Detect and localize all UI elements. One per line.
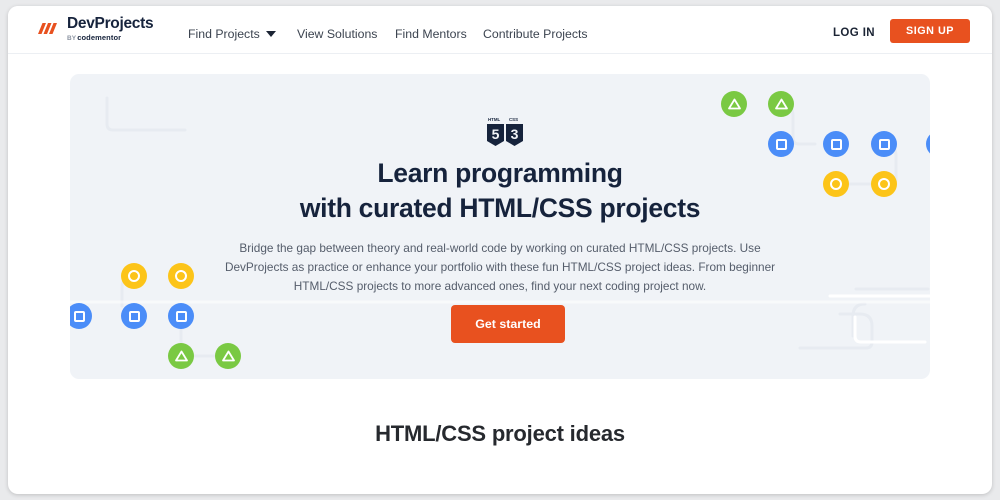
nav-item-find-projects-label: Find Projects (188, 27, 260, 41)
logo-by-label: BY (67, 34, 77, 42)
devprojects-slash-logo-icon (38, 23, 57, 34)
svg-text:HTML: HTML (488, 117, 501, 122)
logo-text: DevProjects BYcodementor (67, 15, 154, 43)
logo-title: DevProjects (67, 15, 154, 32)
square-glyph-icon (73, 310, 85, 322)
logo-subtitle: BYcodementor (67, 32, 153, 43)
hero-title-line-2: with curated HTML/CSS projects (299, 192, 701, 223)
triangle-glyph-icon (774, 98, 788, 110)
login-button[interactable]: LOG IN (833, 27, 875, 39)
nav-item-find-mentors[interactable]: Find Mentors (395, 27, 467, 41)
logo-brand: codementor (77, 32, 122, 42)
svg-text:CSS: CSS (509, 117, 518, 122)
html5-css3-badge-icon: HTML CSS 5 3 (487, 117, 523, 146)
square-glyph-icon (830, 138, 842, 150)
hero-panel: HTML CSS 5 3 Learn programming with cura… (70, 74, 930, 379)
hero-title-line-1: Learn programming (377, 158, 623, 188)
yellow-circle-circle (871, 171, 897, 197)
blue-square-circle (168, 303, 194, 329)
yellow-circle-circle (121, 263, 147, 289)
circle-glyph-icon (830, 178, 842, 190)
yellow-circle-circle (823, 171, 849, 197)
triangle-glyph-icon (221, 350, 235, 362)
svg-text:5: 5 (492, 126, 500, 142)
blue-square-circle (121, 303, 147, 329)
page-card: DevProjects BYcodementor Find Projects V… (8, 6, 992, 494)
triangle-glyph-icon (727, 98, 741, 110)
navbar: DevProjects BYcodementor Find Projects V… (8, 6, 992, 54)
square-glyph-icon (775, 138, 787, 150)
circle-glyph-icon (128, 270, 140, 282)
triangle-glyph-icon (174, 350, 188, 362)
nav-item-contribute-projects[interactable]: Contribute Projects (483, 27, 588, 41)
square-glyph-icon (878, 138, 890, 150)
circle-glyph-icon (175, 270, 187, 282)
green-triangle-circle (721, 91, 747, 117)
circle-glyph-icon (878, 178, 890, 190)
hero-paragraph: Bridge the gap between theory and real-w… (224, 241, 776, 294)
blue-square-circle (823, 131, 849, 157)
chevron-down-icon (265, 31, 276, 37)
nav-item-find-projects[interactable]: Find Projects (188, 27, 276, 41)
green-triangle-circle (215, 343, 241, 369)
blue-square-circle (768, 131, 794, 157)
square-glyph-icon (175, 310, 187, 322)
svg-text:3: 3 (511, 126, 519, 142)
blue-square-circle (871, 131, 897, 157)
get-started-button[interactable]: Get started (451, 305, 565, 343)
nav-item-view-solutions[interactable]: View Solutions (297, 27, 377, 41)
green-triangle-circle (168, 343, 194, 369)
square-glyph-icon (128, 310, 140, 322)
yellow-circle-circle (168, 263, 194, 289)
green-triangle-circle (768, 91, 794, 117)
logo[interactable]: DevProjects BYcodementor (34, 15, 154, 43)
hero-title: Learn programming with curated HTML/CSS … (70, 156, 930, 226)
signup-button[interactable]: SIGN UP (890, 19, 970, 43)
section-heading: HTML/CSS project ideas (375, 421, 625, 446)
